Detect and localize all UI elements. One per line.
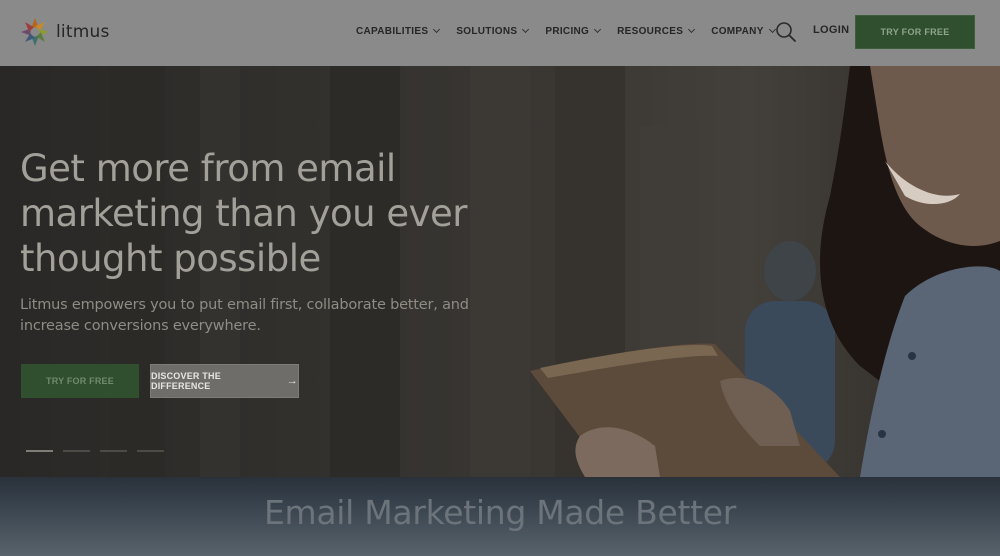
section-title: Email Marketing Made Better xyxy=(263,493,737,532)
discover-button-label: DISCOVER THE DIFFERENCE xyxy=(151,371,221,391)
nav-item-label: COMPANY xyxy=(711,25,764,37)
carousel-dot-4[interactable] xyxy=(137,450,164,452)
nav-item-solutions[interactable]: SOLUTIONS xyxy=(456,22,530,40)
chevron-down-icon xyxy=(688,25,696,33)
nav-item-pricing[interactable]: PRICING xyxy=(545,22,602,40)
logo[interactable]: litmus xyxy=(20,17,110,47)
chevron-down-icon xyxy=(433,25,441,33)
chevron-down-icon xyxy=(522,25,530,33)
email-marketing-section: Email Marketing Made Better xyxy=(0,477,1000,556)
chevron-down-icon xyxy=(594,25,602,33)
nav-item-resources[interactable]: RESOURCES xyxy=(617,22,696,40)
site-header: litmus CAPABILITIES SOLUTIONS PRICING RE… xyxy=(0,0,1000,66)
nav-item-label: RESOURCES xyxy=(617,25,684,37)
arrow-right-icon: → xyxy=(286,375,298,387)
main-nav: CAPABILITIES SOLUTIONS PRICING RESOURCES… xyxy=(356,22,792,40)
nav-item-label: CAPABILITIES xyxy=(356,25,429,37)
hero-try-for-free-button[interactable]: TRY FOR FREE xyxy=(21,364,139,398)
nav-item-label: SOLUTIONS xyxy=(456,25,518,37)
carousel-dot-2[interactable] xyxy=(63,450,90,452)
nav-item-label: PRICING xyxy=(545,25,590,37)
litmus-logo-icon xyxy=(21,18,49,46)
search-icon[interactable] xyxy=(775,21,797,43)
carousel-dot-3[interactable] xyxy=(100,450,127,452)
nav-item-company[interactable]: COMPANY xyxy=(711,22,776,40)
try-for-free-button[interactable]: TRY FOR FREE xyxy=(855,15,975,49)
hero-title: Get more from email marketing than you e… xyxy=(20,147,468,280)
carousel-dot-1[interactable] xyxy=(26,450,53,452)
discover-difference-button[interactable]: DISCOVER THE DIFFERENCE → xyxy=(150,364,299,398)
nav-item-capabilities[interactable]: CAPABILITIES xyxy=(356,22,441,40)
carousel-indicators xyxy=(26,450,174,452)
hero-section: Get more from email marketing than you e… xyxy=(0,66,1000,477)
login-link[interactable]: LOGIN xyxy=(813,24,849,36)
logo-text: litmus xyxy=(56,22,110,42)
hero-subtitle: Litmus empowers you to put email first, … xyxy=(20,297,469,334)
